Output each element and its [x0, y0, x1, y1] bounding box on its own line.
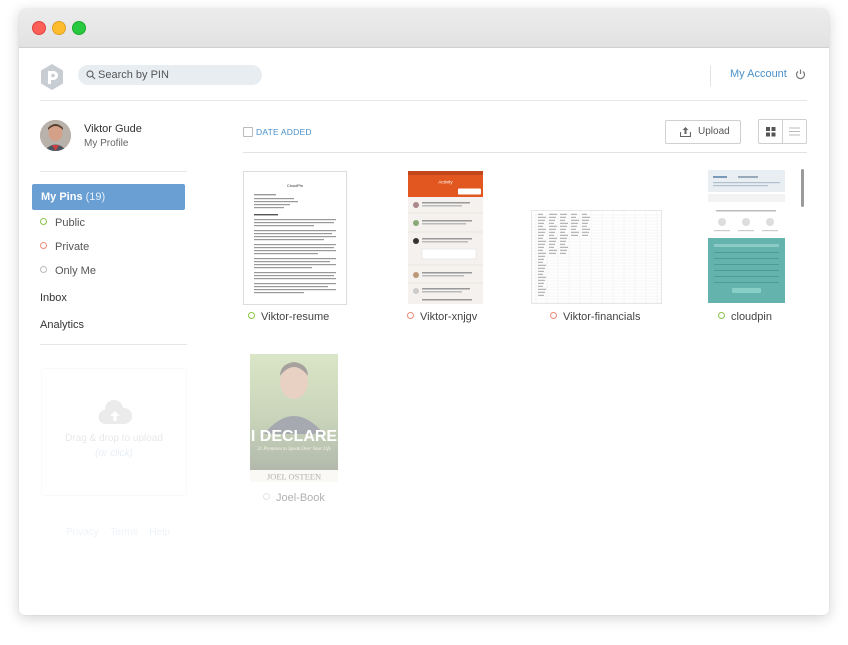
pin-name: cloudpin [731, 311, 772, 323]
pin-item[interactable]: Joel-Book [263, 492, 325, 504]
upload-button[interactable]: Upload [665, 120, 741, 144]
status-dot-icon [550, 312, 557, 319]
minimize-window-button[interactable] [52, 21, 66, 35]
sidebar-item-inbox[interactable]: Inbox [40, 292, 67, 304]
mobile-app-preview: Activity [408, 171, 483, 301]
upload-dropzone[interactable]: Drag & drop to upload (or click) [41, 368, 187, 496]
header-divider [710, 66, 711, 86]
private-dot-icon [40, 242, 47, 249]
terms-link[interactable]: Terms [110, 527, 137, 538]
scrollbar[interactable] [801, 169, 804, 207]
book-title: I DECLARE [251, 428, 338, 445]
my-pins-count: (19) [85, 191, 106, 203]
my-pins-label: My Pins [41, 191, 83, 203]
my-account-link[interactable]: My Account [730, 68, 787, 80]
website-preview [708, 170, 785, 303]
book-author: JOEL OSTEEN [267, 472, 321, 482]
pin-item[interactable]: Viktor-xnjgv [407, 311, 477, 323]
search-input[interactable] [98, 66, 253, 84]
toolbar-divider [243, 152, 807, 153]
header-divider-line [40, 100, 807, 101]
status-dot-icon [718, 312, 725, 319]
app-window: My Account Viktor Gude My Profile My Pin… [19, 9, 829, 615]
only-me-dot-icon [40, 266, 47, 273]
close-window-button[interactable] [32, 21, 46, 35]
user-name[interactable]: Viktor Gude [84, 123, 142, 135]
power-icon[interactable] [795, 69, 806, 80]
status-dot-icon [263, 493, 270, 500]
status-dot-icon [407, 312, 414, 319]
sidebar-item-only-me[interactable]: Only Me [40, 265, 96, 277]
title-bar [19, 9, 829, 48]
sidebar-item-private[interactable]: Private [40, 241, 89, 253]
footer-links: Privacy Terms Help [66, 527, 179, 538]
sidebar-item-my-pins[interactable]: My Pins (19) [32, 184, 185, 210]
pin-name: Viktor-financials [563, 311, 641, 323]
sidebar-item-label: Only Me [55, 265, 96, 277]
app-title: Activity [438, 180, 453, 185]
search-bar[interactable] [78, 65, 262, 85]
list-icon [789, 127, 800, 136]
upload-icon [680, 127, 691, 137]
pin-name: Viktor-xnjgv [420, 311, 478, 323]
spreadsheet-preview [532, 211, 661, 303]
pin-thumbnail-document[interactable]: CloudPin [243, 171, 347, 305]
avatar[interactable] [40, 120, 71, 151]
pin-item[interactable]: Viktor-resume [248, 311, 329, 323]
grid-view-button[interactable] [759, 120, 783, 143]
status-dot-icon [248, 312, 255, 319]
doc-title: CloudPin [287, 183, 303, 188]
pin-thumbnail-spreadsheet[interactable] [531, 210, 662, 304]
search-icon [86, 70, 96, 80]
sidebar-item-analytics[interactable]: Analytics [40, 319, 84, 331]
public-dot-icon [40, 218, 47, 225]
pin-name: Viktor-resume [261, 311, 330, 323]
cloudpin-logo-icon[interactable] [39, 63, 65, 91]
pin-item[interactable]: Viktor-financials [550, 311, 640, 323]
sidebar-item-public[interactable]: Public [40, 217, 85, 229]
document-preview: CloudPin [254, 183, 336, 294]
upload-label: Upload [698, 126, 730, 137]
list-view-button[interactable] [783, 120, 806, 143]
pin-name: Joel-Book [276, 492, 325, 504]
pin-thumbnail-website[interactable] [708, 170, 785, 303]
privacy-link[interactable]: Privacy [66, 527, 99, 538]
my-profile-link[interactable]: My Profile [84, 138, 128, 149]
grid-icon [766, 127, 776, 137]
date-added-sort[interactable]: DATE ADDED [256, 127, 312, 137]
book-subtitle: 31 Promises to Speak Over Your Life [257, 447, 332, 452]
view-toggle [758, 119, 807, 144]
sidebar-divider [40, 171, 187, 172]
avatar-image [40, 120, 71, 151]
sidebar-divider [40, 344, 187, 345]
pin-thumbnail-mobile-app[interactable]: Activity [408, 171, 483, 304]
maximize-window-button[interactable] [72, 21, 86, 35]
pin-thumbnail-book-cover[interactable]: I DECLARE 31 Promises to Speak Over Your… [250, 354, 338, 482]
dropzone-click-link[interactable]: (or click) [42, 448, 186, 459]
book-cover-preview: I DECLARE 31 Promises to Speak Over Your… [250, 354, 338, 482]
dropzone-text: Drag & drop to upload [65, 433, 163, 444]
date-added-checkbox[interactable] [243, 127, 253, 137]
sidebar-item-label: Public [55, 217, 85, 229]
help-link[interactable]: Help [149, 527, 170, 538]
cloud-upload-icon [98, 400, 133, 425]
sidebar-item-label: Private [55, 241, 90, 253]
pin-item[interactable]: cloudpin [718, 311, 772, 323]
